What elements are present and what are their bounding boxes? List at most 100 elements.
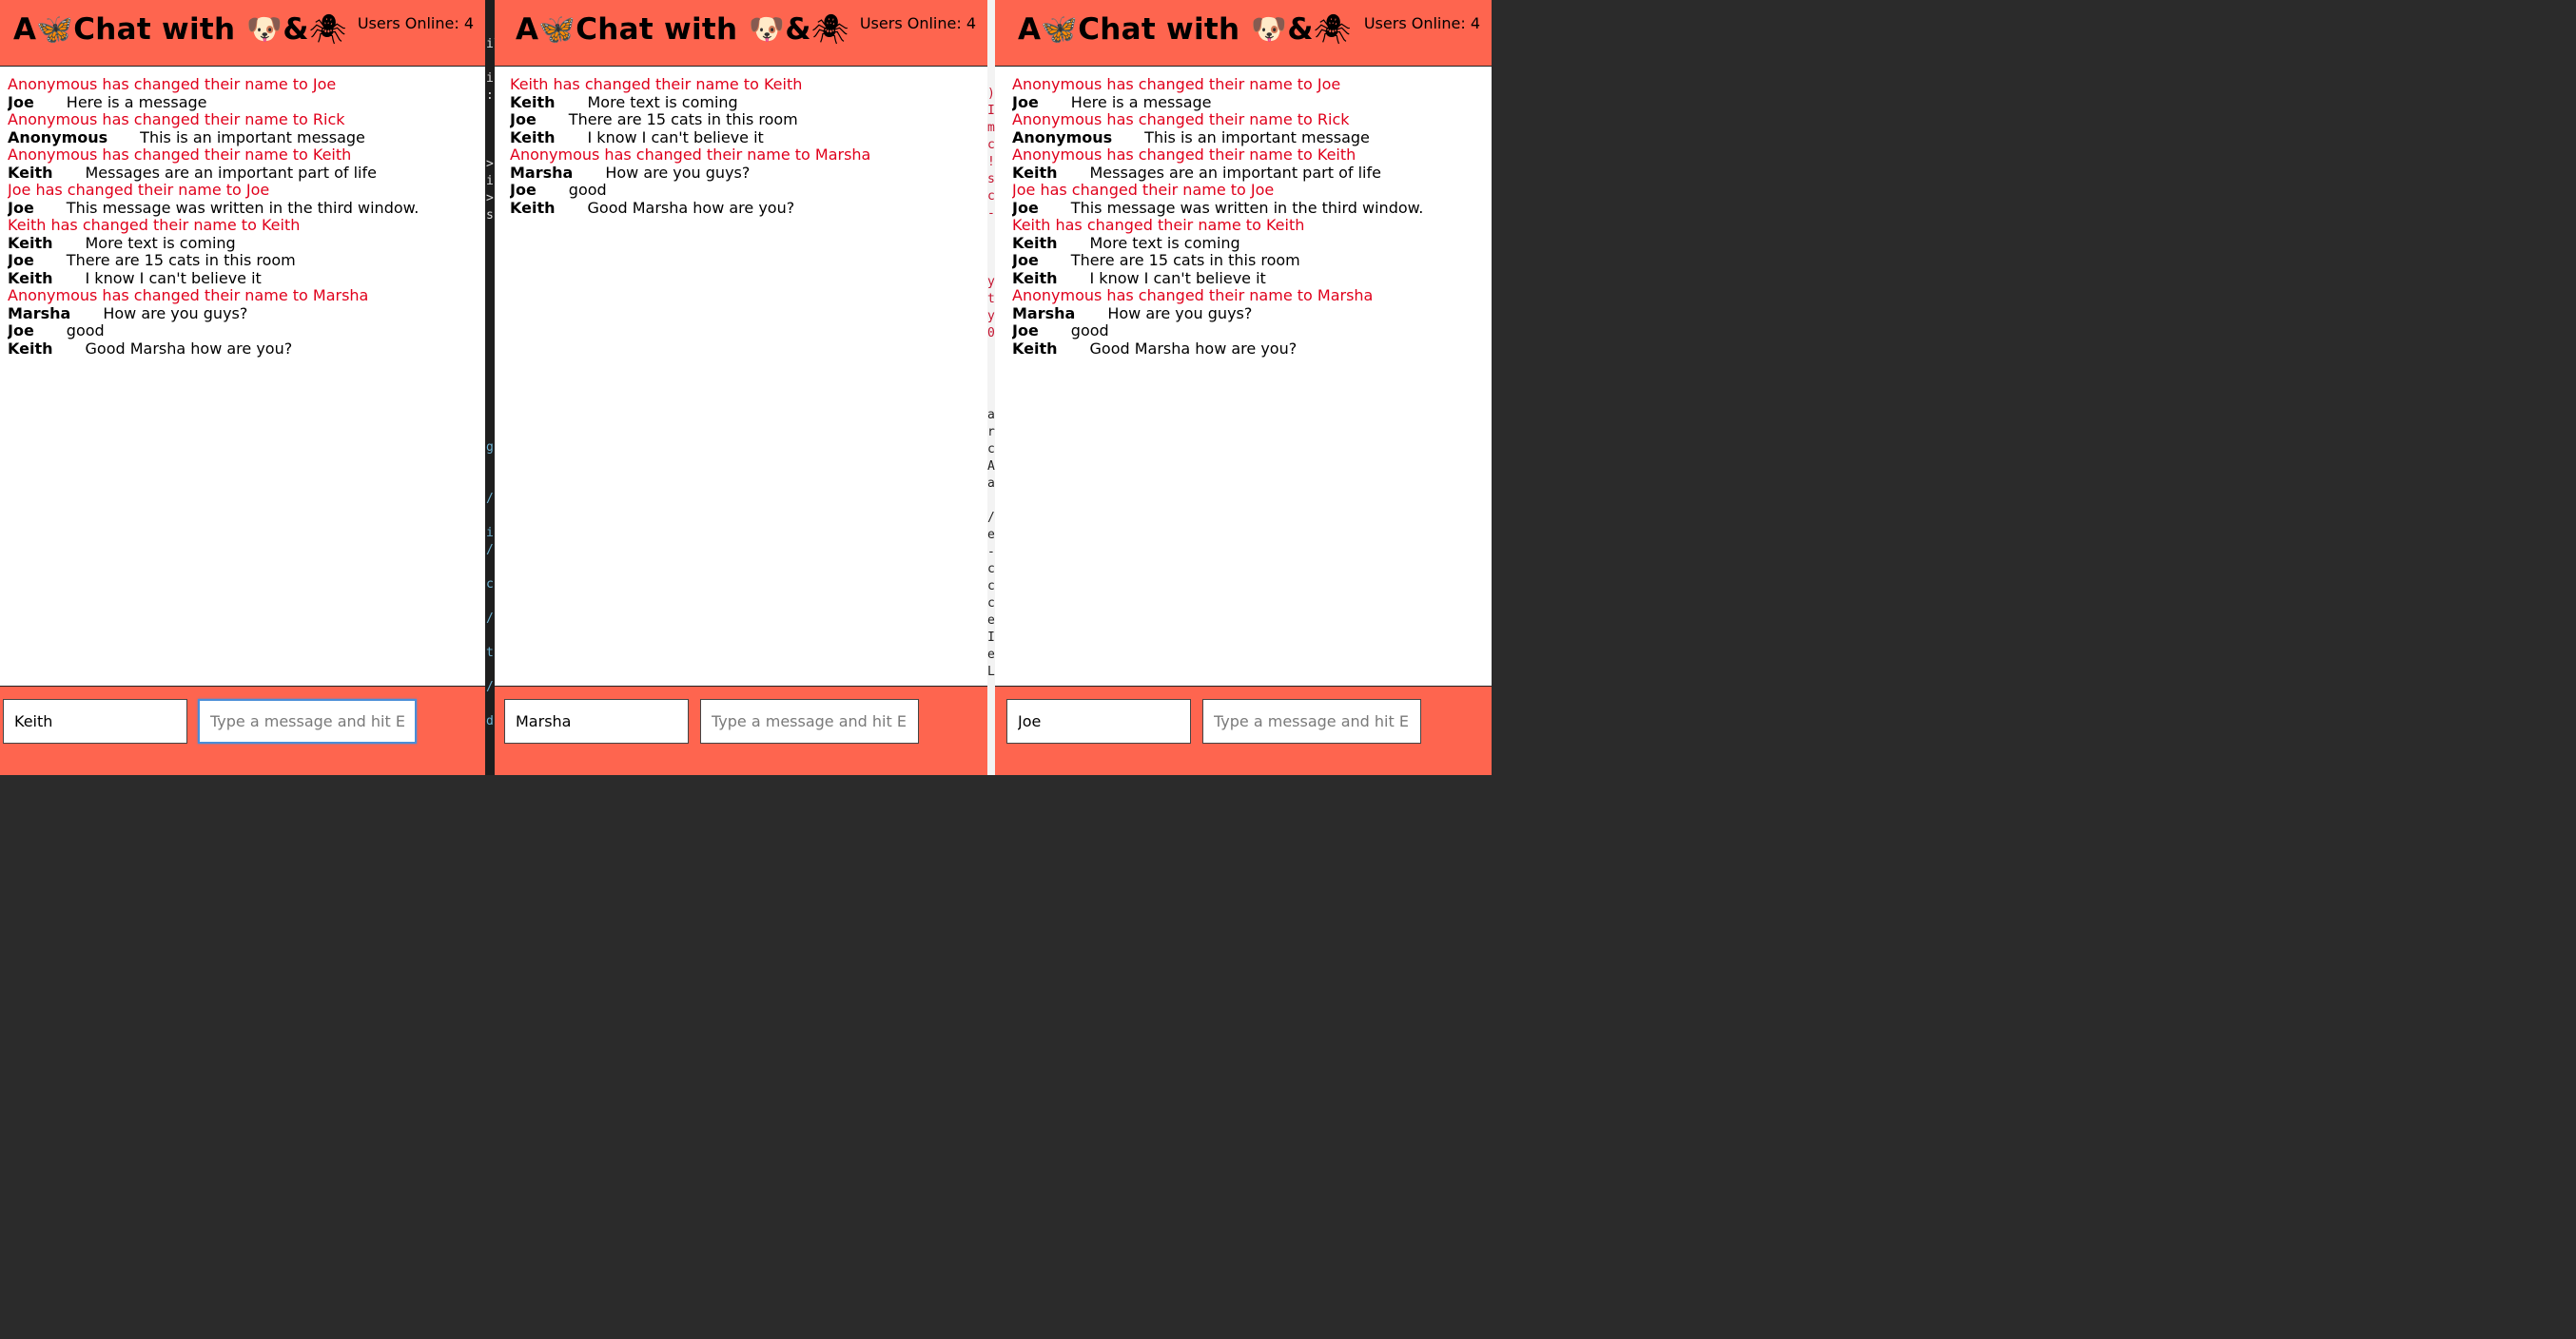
spider-icon: 🕷	[308, 12, 347, 47]
editor-strip-right: ) I m c ! s c - y t y 0 a r c A a / e - …	[987, 0, 995, 775]
app-title: A🦋Chat with 🐶&🕷	[1018, 11, 1351, 47]
editor-fragments-bottom: a r c A a / e - c c c e I e L	[987, 408, 995, 679]
message-text: More text is coming	[1089, 233, 1240, 252]
message-list[interactable]: Anonymous has changed their name to Joe J…	[1012, 76, 1484, 684]
title-letter: A	[13, 12, 37, 47]
chat-message: Keith Messages are an important part of l…	[8, 163, 478, 183]
message-author: Anonymous	[8, 127, 108, 146]
chat-message: Anonymous This is an important message	[1012, 127, 1484, 147]
username-input[interactable]	[3, 699, 187, 744]
system-message: Joe has changed their name to Joe	[1012, 181, 1275, 199]
message-text: good	[568, 181, 607, 199]
chat-message: Joe good	[1012, 321, 1484, 340]
title-ampersand: &	[1287, 12, 1314, 47]
chat-message: Keith I know I can't believe it	[8, 268, 478, 288]
chat-header: A🦋Chat with 🐶&🕷 Users Online: 4	[0, 0, 485, 67]
username-input[interactable]	[1006, 699, 1191, 744]
chat-window-2: A🦋Chat with 🐶&🕷 Users Online: 4 Keith ha…	[495, 0, 987, 775]
title-letter: A	[516, 12, 539, 47]
system-message: Anonymous has changed their name to Joe	[8, 76, 337, 93]
dog-icon: 🐶	[748, 12, 786, 47]
title-text: Chat with	[1078, 12, 1251, 47]
system-message: Anonymous has changed their name to Rick	[8, 110, 345, 128]
chat-message: Keith I know I can't believe it	[510, 127, 980, 147]
system-message: Anonymous has changed their name to Mars…	[1012, 286, 1374, 304]
message-list[interactable]: Keith has changed their name to Keith Kei…	[510, 76, 980, 684]
desktop: il i : > i > s g / i / c / t / d ) I m c…	[0, 0, 1492, 775]
message-text: I know I can't believe it	[85, 268, 262, 287]
system-message: Joe has changed their name to Joe	[8, 181, 270, 199]
chat-message: Joe This message was written in the third…	[8, 199, 478, 218]
message-author: Marsha	[1012, 303, 1076, 322]
message-text: More text is coming	[587, 92, 738, 111]
chat-message: Joe There are 15 cats in this room	[1012, 251, 1484, 270]
chat-message: Joe Here is a message	[8, 92, 478, 112]
message-text: More text is coming	[85, 233, 236, 252]
message-author: Keith	[8, 163, 53, 182]
message-text: How are you guys?	[605, 163, 751, 182]
chat-message: Marsha How are you guys?	[1012, 303, 1484, 323]
message-author: Keith	[1012, 339, 1058, 358]
title-letter: A	[1018, 12, 1042, 47]
users-online-count: Users Online: 4	[357, 14, 474, 32]
chat-message: Anonymous This is an important message	[8, 127, 478, 147]
message-text: I know I can't believe it	[1089, 268, 1266, 287]
editor-fragments-bottom: g / i / c / t / d	[486, 440, 494, 728]
message-author: Joe	[8, 251, 34, 269]
chat-window-1: A🦋Chat with 🐶&🕷 Users Online: 4 Anonymou…	[0, 0, 485, 775]
message-text: Messages are an important part of life	[85, 163, 377, 182]
users-online-count: Users Online: 4	[859, 14, 976, 32]
message-text: This is an important message	[1144, 127, 1370, 146]
chat-message: Keith Good Marsha how are you?	[8, 340, 478, 359]
dog-icon: 🐶	[1250, 12, 1288, 47]
message-text: There are 15 cats in this room	[1070, 251, 1300, 269]
chat-message: Keith More text is coming	[510, 92, 980, 112]
chat-footer	[0, 686, 485, 775]
system-message: Anonymous has changed their name to Keit…	[8, 146, 352, 164]
app-title: A🦋Chat with 🐶&🕷	[516, 11, 849, 47]
username-input[interactable]	[504, 699, 689, 744]
system-message: Anonymous has changed their name to Rick	[1012, 110, 1350, 128]
message-text: Good Marsha how are you?	[1089, 339, 1298, 358]
message-author: Marsha	[510, 163, 574, 182]
message-author: Anonymous	[1012, 127, 1113, 146]
message-author: Keith	[510, 127, 556, 146]
message-author: Joe	[510, 181, 537, 199]
message-text: This is an important message	[140, 127, 365, 146]
message-author: Keith	[1012, 233, 1058, 252]
system-message: Anonymous has changed their name to Keit…	[1012, 146, 1356, 164]
chat-message: Keith I know I can't believe it	[1012, 268, 1484, 288]
chat-message: Joe There are 15 cats in this room	[510, 110, 980, 129]
message-input[interactable]	[198, 699, 417, 744]
chat-footer	[995, 686, 1492, 775]
chat-message: Keith More text is coming	[8, 233, 478, 253]
message-author: Keith	[8, 339, 53, 358]
spider-icon: 🕷	[810, 12, 849, 47]
title-ampersand: &	[785, 12, 811, 47]
chat-message: Joe Here is a message	[1012, 92, 1484, 112]
message-text: Here is a message	[66, 92, 207, 111]
message-author: Marsha	[8, 303, 71, 322]
message-input[interactable]	[700, 699, 919, 744]
chat-message: Keith Messages are an important part of l…	[1012, 163, 1484, 183]
message-author: Joe	[1012, 92, 1039, 111]
message-input[interactable]	[1202, 699, 1421, 744]
app-title: A🦋Chat with 🐶&🕷	[13, 11, 346, 47]
title-text: Chat with	[576, 12, 749, 47]
message-text: good	[1070, 321, 1109, 340]
message-text: There are 15 cats in this room	[568, 110, 798, 128]
message-text: How are you guys?	[103, 303, 248, 322]
message-list[interactable]: Anonymous has changed their name to Joe J…	[8, 76, 478, 684]
chat-window-3: A🦋Chat with 🐶&🕷 Users Online: 4 Anonymou…	[995, 0, 1492, 775]
message-author: Keith	[1012, 163, 1058, 182]
chat-message: Joe This message was written in the third…	[1012, 199, 1484, 218]
butterfly-icon: 🦋	[538, 12, 576, 47]
editor-fragments-top: il i : > i > s	[486, 37, 495, 223]
butterfly-icon: 🦋	[36, 12, 74, 47]
dog-icon: 🐶	[245, 12, 283, 47]
message-author: Keith	[8, 233, 53, 252]
message-author: Keith	[510, 198, 556, 217]
message-author: Joe	[1012, 251, 1039, 269]
chat-message: Keith Good Marsha how are you?	[510, 198, 980, 218]
message-author: Keith	[8, 268, 53, 287]
